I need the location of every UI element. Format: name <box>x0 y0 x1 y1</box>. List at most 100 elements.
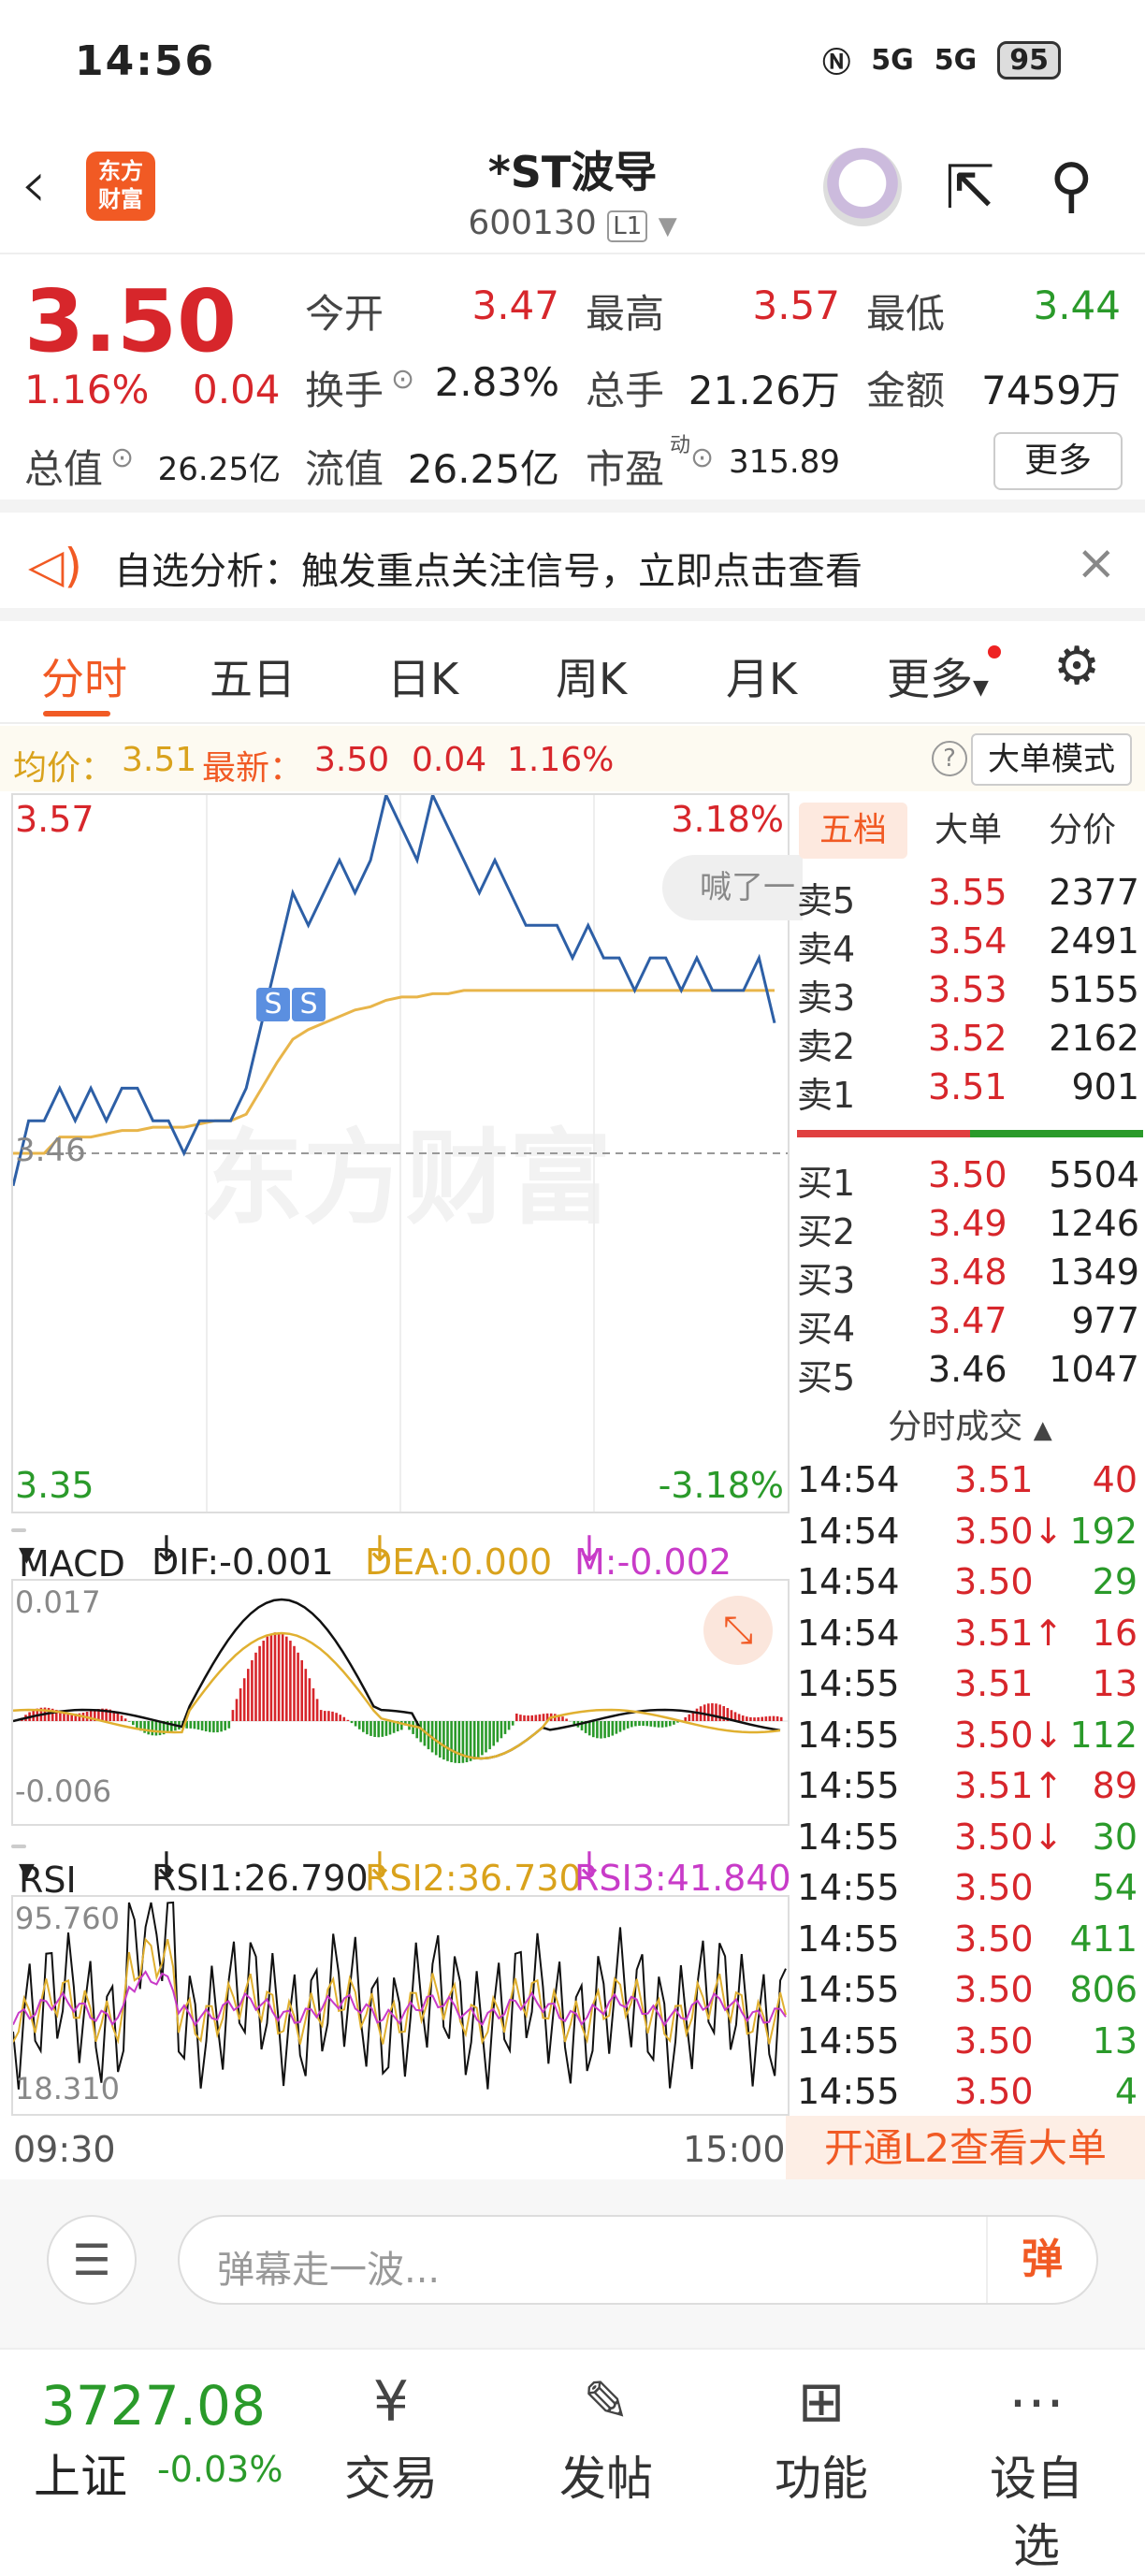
info-icon[interactable]: ⊙ <box>391 363 414 396</box>
big-order-mode-button[interactable]: 大单模式 <box>971 733 1132 786</box>
macd-bar <box>658 1721 660 1728</box>
macd-bar <box>634 1721 637 1727</box>
nav-post[interactable]: ✎发帖 <box>541 2363 672 2509</box>
tab-intraday[interactable]: 分时 <box>41 645 127 707</box>
danmu-send-button[interactable]: 弹 <box>986 2217 1096 2303</box>
rsi-line <box>13 1903 786 2090</box>
analysis-banner[interactable]: ◁) 自选分析：触发重点关注信号，立即点击查看 × <box>0 513 1145 621</box>
macd-bar <box>650 1721 653 1727</box>
last-price: 3.50 <box>24 271 237 371</box>
macd-m: M:-0.002↓ <box>574 1528 604 1570</box>
assistant-robot-icon[interactable] <box>823 148 902 226</box>
macd-bar <box>216 1721 219 1732</box>
macd-bar <box>539 1715 542 1721</box>
row-volume: 5155 <box>1049 969 1139 1010</box>
search-icon[interactable]: ⚲ <box>1050 152 1094 221</box>
macd-dea: DEA:0.000↓ <box>365 1528 395 1570</box>
row-key: 买2 <box>797 1203 855 1254</box>
shout-bubble[interactable]: 喊了一 <box>662 855 803 920</box>
tab-daily-k[interactable]: 日K <box>387 645 458 707</box>
expand-icon[interactable]: ⤡ <box>703 1596 773 1665</box>
macd-bar <box>596 1721 599 1738</box>
row-price: 3.48 <box>928 1252 1007 1293</box>
ask-row: 卖53.552377 <box>795 872 1145 920</box>
intraday-chart[interactable]: 东方财富 3.57 3.18% 3.46 3.35 -3.18% 喊了一 S S <box>11 793 790 1513</box>
index-value[interactable]: 3727.08 <box>41 2374 266 2438</box>
banner-text[interactable]: 自选分析：触发重点关注信号，立即点击查看 <box>114 541 862 595</box>
macd-bar <box>616 1721 618 1734</box>
share-icon[interactable]: ⇱ <box>945 153 995 223</box>
macd-bar <box>515 1714 518 1721</box>
row-key: 卖1 <box>797 1066 855 1118</box>
macd-bar <box>212 1721 215 1732</box>
macd-bar <box>669 1721 672 1726</box>
macd-bar <box>761 1717 763 1721</box>
battery-icon: 95 <box>997 41 1061 80</box>
rsi-selector[interactable]: RSI ▼ <box>11 1845 26 1848</box>
tab-more[interactable]: 更多▼ <box>887 645 989 707</box>
ticks-header[interactable]: 分时成交 ▲ <box>795 1399 1145 1448</box>
macd-bar <box>508 1721 511 1729</box>
mcap-label: 总值 <box>24 438 103 495</box>
macd-bar <box>239 1688 242 1721</box>
tab-price-dist[interactable]: 分价 <box>1031 803 1134 859</box>
open-label: 今开 <box>305 282 384 340</box>
macd-bar <box>519 1715 522 1721</box>
macd-bar <box>412 1721 414 1734</box>
row-key: 卖4 <box>797 920 855 972</box>
sell-signal-badge[interactable]: S <box>292 988 326 1021</box>
row-key: 卖3 <box>797 969 855 1020</box>
nav-trade[interactable]: ¥交易 <box>326 2363 457 2509</box>
macd-bar <box>477 1721 480 1758</box>
macd-selector[interactable]: MACD ▼ <box>11 1528 26 1532</box>
close-icon[interactable]: × <box>1076 535 1117 591</box>
danmu-placeholder[interactable]: 弹幕走一波... <box>217 2239 440 2294</box>
chg-value: 0.04 <box>412 741 486 779</box>
macd-bar <box>497 1721 500 1743</box>
nfc-icon: Ⓝ <box>822 39 850 80</box>
macd-bar <box>627 1721 630 1729</box>
active-tab-indicator <box>43 711 110 716</box>
macd-bar <box>347 1720 350 1721</box>
macd-bar <box>512 1721 515 1726</box>
rsi-chart[interactable]: 95.760 18.310 <box>11 1895 790 2116</box>
rsi2-value: RSI2:36.730↓ <box>365 1845 395 1886</box>
macd-bar <box>293 1646 296 1721</box>
open-l2-button[interactable]: 开通L2查看大单 <box>786 2116 1145 2181</box>
macd-bar <box>220 1721 223 1731</box>
settings-gear-icon[interactable]: ⚙ <box>1053 636 1100 697</box>
macd-bar <box>492 1721 495 1745</box>
macd-bar <box>642 1721 645 1726</box>
row-volume: 5504 <box>1049 1154 1139 1195</box>
row-price: 3.51 <box>928 1066 1007 1107</box>
turnover-label: 换手 <box>305 359 384 416</box>
tab-five-day[interactable]: 五日 <box>210 645 296 707</box>
macd-bar <box>481 1721 484 1755</box>
row-volume: 2162 <box>1049 1018 1139 1059</box>
macd-bar <box>439 1721 442 1758</box>
info-icon[interactable]: ⊙ <box>690 441 714 474</box>
tab-weekly-k[interactable]: 周K <box>556 645 627 707</box>
macd-bar <box>190 1721 193 1729</box>
stock-code: 600130 <box>468 204 596 242</box>
macd-bar <box>661 1721 664 1728</box>
danmu-input[interactable]: 弹幕走一波... 弹 <box>178 2215 1098 2305</box>
macd-bar <box>243 1678 246 1721</box>
open-value: 3.47 <box>449 282 559 328</box>
danmu-settings-icon[interactable]: ☰ <box>47 2215 137 2305</box>
help-icon[interactable]: ? <box>932 741 967 776</box>
tab-big-orders[interactable]: 大单 <box>917 803 1020 859</box>
macd-bar <box>654 1721 657 1727</box>
info-icon[interactable]: ⊙ <box>110 441 134 474</box>
nav-functions[interactable]: ⊞功能 <box>756 2363 887 2509</box>
tab-monthly-k[interactable]: 月K <box>726 645 797 707</box>
more-button[interactable]: 更多 <box>993 432 1123 490</box>
nav-add-watchlist[interactable]: ⋯设自选 <box>971 2363 1102 2576</box>
macd-chart[interactable]: 0.017 -0.006 <box>11 1579 790 1826</box>
index-name[interactable]: 上证 <box>34 2439 127 2507</box>
macd-bar <box>485 1721 487 1752</box>
sell-signal-badge[interactable]: S <box>256 988 290 1021</box>
clock: 14:56 <box>75 37 215 85</box>
avg-label: 均价： <box>13 741 114 789</box>
tab-five-levels[interactable]: 五档 <box>799 803 907 859</box>
